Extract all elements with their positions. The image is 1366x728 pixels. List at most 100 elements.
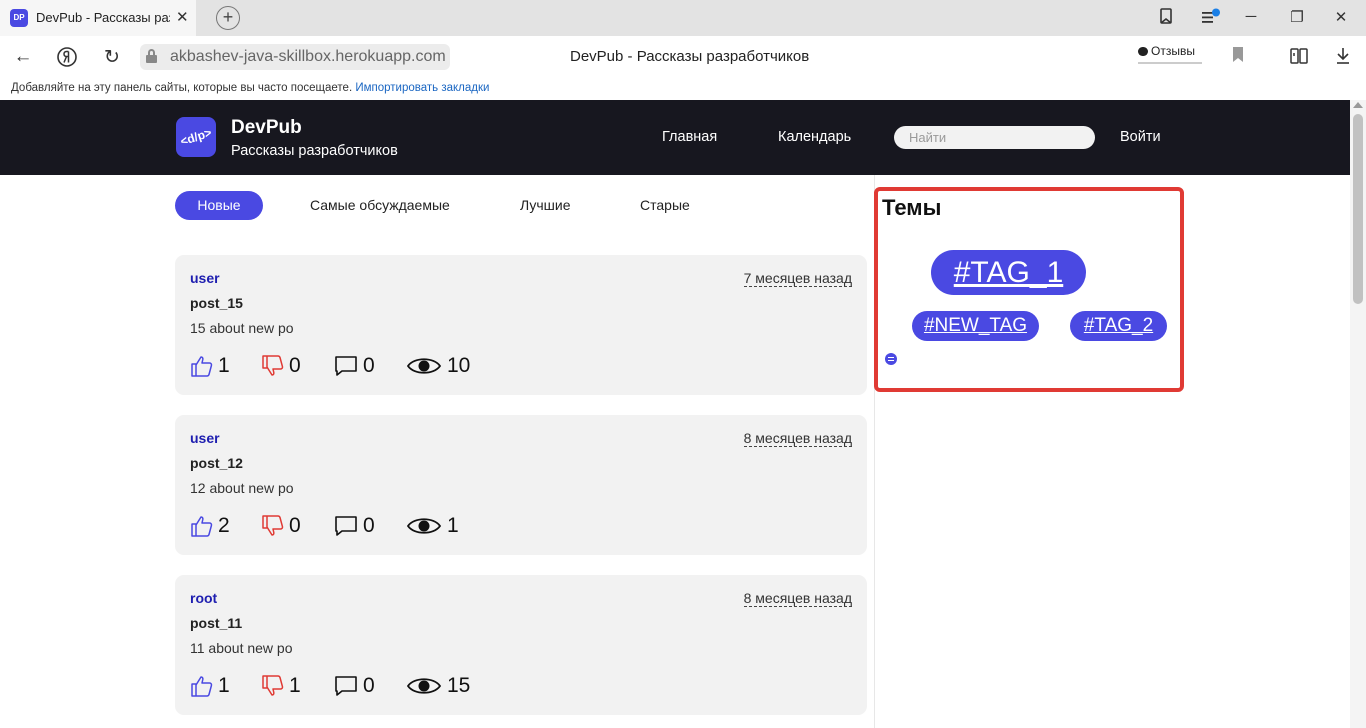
- back-icon[interactable]: ←: [12, 46, 34, 68]
- nav-calendar[interactable]: Календарь: [778, 129, 851, 145]
- tab-best[interactable]: Лучшие: [520, 191, 570, 220]
- comment-count: 0: [363, 674, 375, 697]
- feedback-button[interactable]: Отзывы: [1138, 44, 1202, 64]
- dislike-stat[interactable]: 0: [261, 513, 306, 539]
- site-header: <d/p> DevPub Рассказы разработчиков Глав…: [0, 100, 1350, 175]
- yandex-icon[interactable]: [56, 46, 78, 74]
- post-excerpt: 12 about new po: [190, 480, 294, 496]
- tag-link[interactable]: #TAG_2: [1070, 311, 1167, 341]
- like-stat[interactable]: 2: [190, 513, 235, 539]
- post-title[interactable]: post_12: [190, 455, 243, 471]
- page-scrollbar[interactable]: [1350, 100, 1366, 728]
- browser-tab[interactable]: DP DevPub - Рассказы разработчиков ✕: [0, 0, 196, 36]
- views-stat: 10: [407, 353, 487, 379]
- site-tagline: Рассказы разработчиков: [231, 143, 398, 159]
- tab-old[interactable]: Старые: [640, 191, 690, 220]
- menu-icon[interactable]: [1200, 8, 1222, 30]
- post-author[interactable]: user: [190, 430, 220, 446]
- comment-icon: [335, 356, 357, 376]
- post-title[interactable]: post_15: [190, 295, 243, 311]
- bookmark-icon[interactable]: [1227, 46, 1249, 68]
- comment-stat[interactable]: 0: [334, 673, 379, 699]
- tab-favicon: DP: [10, 9, 28, 27]
- eye-icon: [407, 358, 441, 374]
- close-window-icon[interactable]: ✕: [1330, 8, 1352, 26]
- thumbs-down-icon: [262, 355, 284, 376]
- new-tab-button[interactable]: +: [216, 6, 240, 30]
- tab-new[interactable]: Новые: [175, 191, 263, 220]
- search-input[interactable]: [894, 126, 1095, 149]
- scrollbar-thumb[interactable]: [1353, 114, 1363, 304]
- url-field[interactable]: akbashev-java-skillbox.herokuapp.com: [140, 44, 450, 70]
- nav-home[interactable]: Главная: [662, 129, 717, 145]
- views-count: 10: [447, 354, 471, 377]
- post-card[interactable]: user 7 месяцев назад post_15 15 about ne…: [175, 255, 867, 395]
- comment-icon: [335, 516, 357, 536]
- login-link[interactable]: Войти: [1120, 129, 1161, 145]
- thumbs-up-icon: [191, 676, 213, 697]
- post-excerpt: 11 about new po: [190, 640, 293, 656]
- page-viewport: <d/p> DevPub Рассказы разработчиков Глав…: [0, 100, 1366, 728]
- feedback-label: Отзывы: [1151, 44, 1195, 58]
- post-author[interactable]: user: [190, 270, 220, 286]
- post-time: 7 месяцев назад: [743, 270, 852, 287]
- dislike-count: 1: [289, 674, 301, 697]
- comment-count: 0: [363, 354, 375, 377]
- page-title: DevPub - Рассказы разработчиков: [570, 48, 810, 65]
- site-brand[interactable]: DevPub: [231, 117, 302, 139]
- close-tab-icon[interactable]: ✕: [176, 8, 189, 26]
- post-card[interactable]: root 8 месяцев назад post_11 11 about ne…: [175, 575, 867, 715]
- reading-list-icon[interactable]: [1288, 46, 1310, 68]
- url-text: akbashev-java-skillbox.herokuapp.com: [170, 48, 446, 65]
- topics-panel: Темы #TAG_1 #NEW_TAG #TAG_2: [874, 187, 1184, 392]
- dislike-stat[interactable]: 1: [261, 673, 306, 699]
- scroll-up-icon[interactable]: [1353, 102, 1363, 108]
- dislike-count: 0: [289, 514, 301, 537]
- speech-bubble-icon: [1138, 47, 1148, 56]
- import-bookmarks-link[interactable]: Импортировать закладки: [355, 82, 489, 94]
- tab-most-discussed[interactable]: Самые обсуждаемые: [310, 191, 450, 220]
- views-stat: 1: [407, 513, 487, 539]
- tag-link[interactable]: #NEW_TAG: [912, 311, 1039, 341]
- like-stat[interactable]: 1: [190, 673, 235, 699]
- thumbs-down-icon: [262, 675, 284, 696]
- download-icon[interactable]: [1332, 46, 1354, 68]
- thumbs-down-icon: [262, 515, 284, 536]
- list-toggle-icon[interactable]: [885, 353, 897, 365]
- post-time: 8 месяцев назад: [743, 430, 852, 447]
- bookmarks-hint: Добавляйте на эту панель сайты, которые …: [11, 82, 353, 94]
- eye-icon: [407, 678, 441, 694]
- views-count: 1: [447, 514, 459, 537]
- thumbs-up-icon: [191, 516, 213, 537]
- like-stat[interactable]: 1: [190, 353, 235, 379]
- address-bar: ← ↻ akbashev-java-skillbox.herokuapp.com…: [0, 36, 1366, 78]
- like-count: 2: [218, 514, 230, 537]
- post-time: 8 месяцев назад: [743, 590, 852, 607]
- tab-title: DevPub - Рассказы разработчиков: [36, 10, 170, 25]
- comment-stat[interactable]: 0: [334, 353, 379, 379]
- like-count: 1: [218, 354, 230, 377]
- lock-icon: [146, 49, 157, 63]
- post-excerpt: 15 about new po: [190, 320, 294, 336]
- collections-icon[interactable]: [1155, 8, 1177, 30]
- browser-tab-bar: DP DevPub - Рассказы разработчиков ✕ + ─…: [0, 0, 1366, 36]
- comment-icon: [335, 676, 357, 696]
- post-author[interactable]: root: [190, 590, 217, 606]
- dislike-count: 0: [289, 354, 301, 377]
- reload-icon[interactable]: ↻: [101, 46, 123, 69]
- comment-count: 0: [363, 514, 375, 537]
- minimize-icon[interactable]: ─: [1240, 8, 1262, 25]
- post-title[interactable]: post_11: [190, 615, 242, 631]
- bookmarks-bar: Добавляйте на эту панель сайты, которые …: [0, 78, 1366, 100]
- thumbs-up-icon: [191, 356, 213, 377]
- tag-link[interactable]: #TAG_1: [931, 250, 1086, 295]
- site-logo[interactable]: <d/p>: [176, 117, 216, 157]
- topics-title: Темы: [882, 195, 942, 220]
- comment-stat[interactable]: 0: [334, 513, 379, 539]
- restore-icon[interactable]: ❐: [1286, 8, 1308, 26]
- like-count: 1: [218, 674, 230, 697]
- dislike-stat[interactable]: 0: [261, 353, 306, 379]
- post-card[interactable]: user 8 месяцев назад post_12 12 about ne…: [175, 415, 867, 555]
- eye-icon: [407, 518, 441, 534]
- views-stat: 15: [407, 673, 487, 699]
